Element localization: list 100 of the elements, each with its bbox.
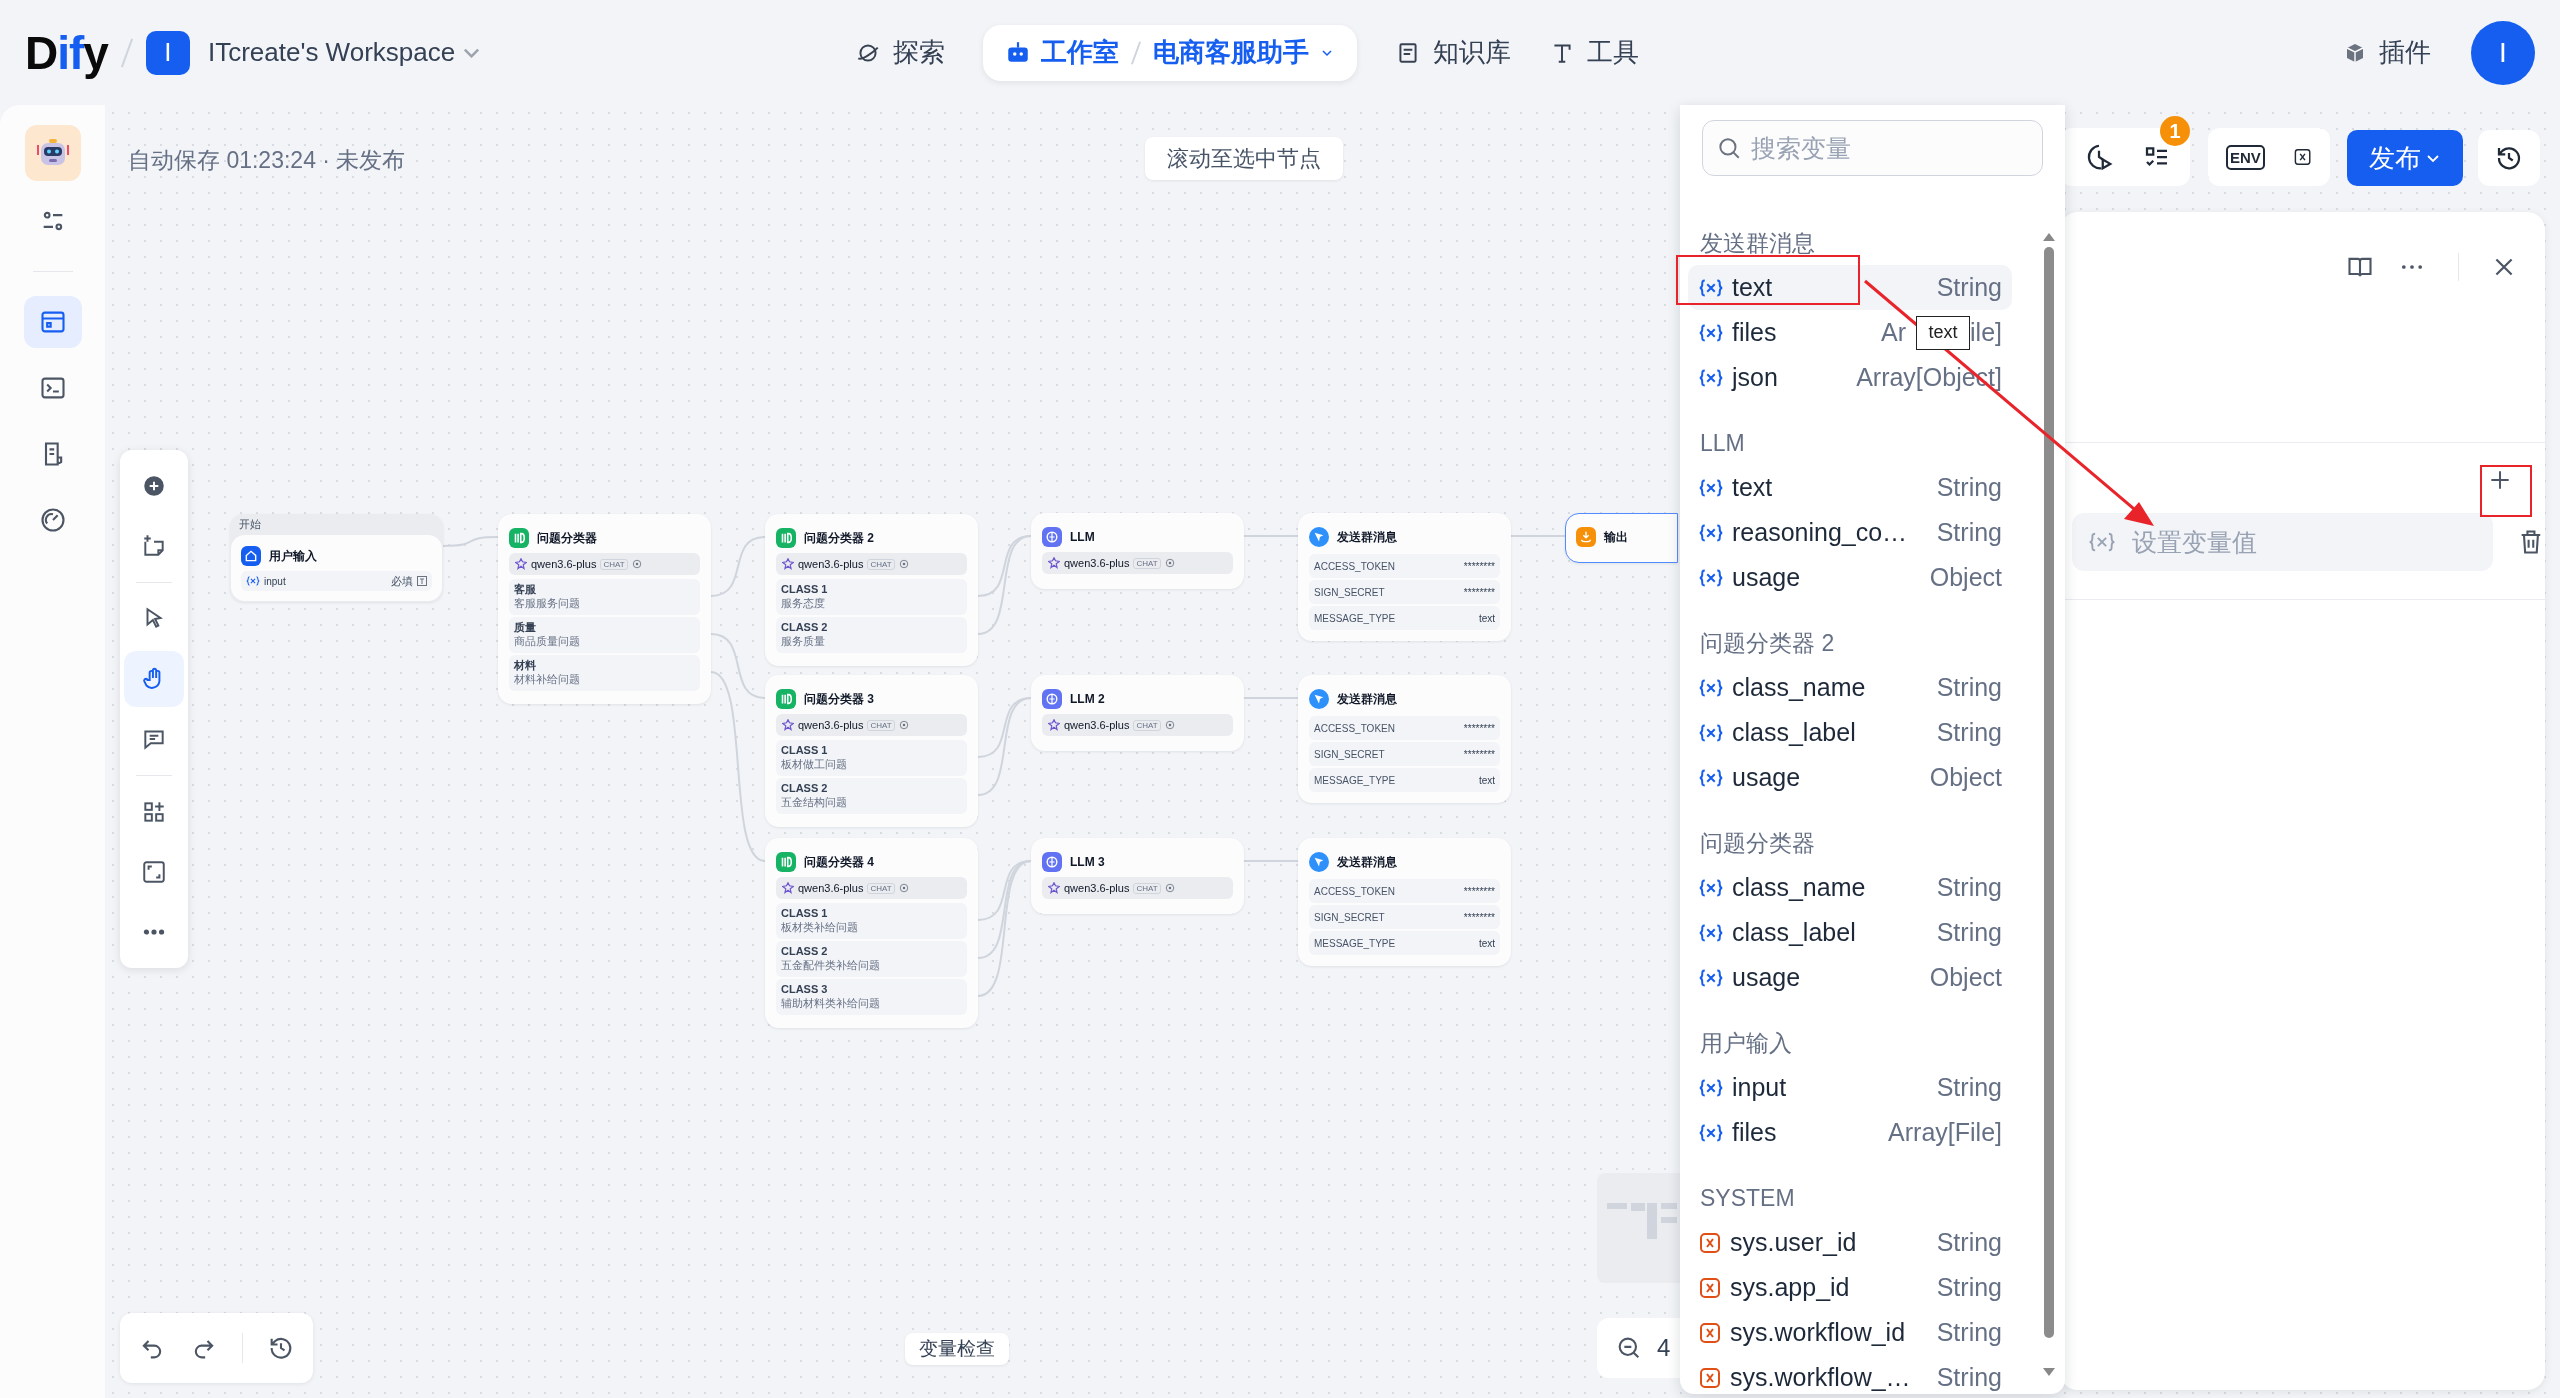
model-selector[interactable]: qwen3.6-plus CHAT [776,714,967,736]
class-description: 服务质量 [781,634,826,649]
variable-item[interactable]: class_label String [1688,710,2012,755]
workflow-node[interactable]: 开始 用户输入 input 必填 [230,514,443,602]
settings-icon [1164,883,1175,893]
variable-item[interactable]: usage Object [1688,555,2012,600]
connector-line [1510,535,1566,537]
variable-item[interactable]: sys.user_id String [1688,1220,2012,1265]
model-name: qwen3.6-plus [531,558,597,570]
class-name: 质量 [514,620,537,634]
user-avatar[interactable]: I [2471,20,2535,85]
zoom-level: 4 [1657,1334,1671,1362]
variable-item[interactable]: class_label String [1688,910,2012,955]
variable-name: class_name [1732,673,1867,702]
model-selector[interactable]: qwen3.6-plus CHAT [1042,552,1233,574]
variable-item[interactable]: sys.workflow_id String [1688,1310,2012,1355]
nav-link[interactable]: 工具 [1549,35,1639,70]
app-name[interactable]: 电商客服助手 [1153,35,1309,70]
param-value: text [1478,774,1495,786]
workflow-node[interactable]: LLM 3 qwen3.6-plus CHAT [1031,838,1244,914]
version-history-button[interactable] [2478,130,2540,186]
model-selector[interactable]: qwen3.6-plus CHAT [1042,714,1233,736]
plugins-link[interactable]: 插件 [2343,35,2431,70]
workspace-switcher[interactable]: ITcreate's Workspace [207,37,481,68]
variable-item[interactable]: sys.app_id String [1688,1265,2012,1310]
param-name: ACCESS_TOKEN [1314,722,1395,734]
window-icon[interactable] [23,296,82,348]
publish-button[interactable]: 发布 [2347,130,2463,186]
search-field[interactable]: 搜索变量 [1702,120,2043,176]
node-title: 问题分类器 3 [804,690,874,708]
variable-name: sys.workflow_… [1730,1363,1912,1392]
nav-link[interactable]: 探索 [855,35,945,70]
variable-icon [1698,322,1724,343]
param-value: ******** [1463,748,1495,760]
variable-type: Object [1929,563,2002,592]
workflow-node[interactable]: 问题分类器 2 qwen3.6-plus CHAT CLASS 1 服务态度 CLASS 2 服务质量 [765,514,978,666]
variable-item[interactable]: text String [1688,465,2012,510]
variable-item[interactable]: usage Object [1688,755,2012,800]
dify-logo[interactable]: Dify [25,25,108,80]
node-title: LLM 3 [1070,855,1105,869]
model-selector[interactable]: qwen3.6-plus CHAT [776,553,967,575]
app-icon[interactable] [24,125,81,181]
variable-item[interactable]: class_name String [1688,865,2012,910]
model-selector[interactable]: qwen3.6-plus CHAT [509,553,700,575]
search-icon [1716,135,1742,161]
variable-inspect-button[interactable]: 变量检查 [905,1333,1009,1365]
workflow-node[interactable]: LLM qwen3.6-plus CHAT [1031,513,1244,589]
workflow-node[interactable]: 发送群消息 ACCESS_TOKEN ******** SIGN_SECRET ******** MESSAGE_TYPE text [1298,513,1511,641]
variable-item[interactable]: text String [1688,265,2012,310]
variable-icon [1698,367,1724,388]
env-button[interactable]: ENV [2226,144,2265,170]
model-selector[interactable]: qwen3.6-plus CHAT [776,877,967,899]
text-field-icon [417,576,427,586]
scroll-to-node-button[interactable]: 滚动至选中节点 [1145,137,1343,180]
variable-type: String [1936,873,2002,902]
variable-name: class_name [1732,873,1867,902]
mode-tag: CHAT [867,719,895,731]
workflow-node[interactable]: 问题分类器 qwen3.6-plus CHAT 客服 客服服务问题 质量 商品质量问题 材料 材料补给问题 [498,514,711,704]
model-name: qwen3.6-plus [798,882,864,894]
variable-item[interactable]: reasoning_co… String [1688,510,2012,555]
input-name: input [264,575,287,587]
workflow-node[interactable]: 发送群消息 ACCESS_TOKEN ******** SIGN_SECRET ******** MESSAGE_TYPE text [1298,675,1511,803]
node-title: 发送群消息 [1337,528,1397,546]
node-group-label: 开始 [238,517,262,532]
variable-icon [1698,967,1724,988]
class-description: 材料补给问题 [514,672,581,687]
model-icon [1048,882,1060,894]
variable-name: text [1732,273,1774,302]
variable-item[interactable]: files Array[File] [1688,1110,2012,1155]
variable-item[interactable]: files Ar text ile] [1688,310,2012,355]
param-value: text [1478,937,1495,949]
studio-tab[interactable]: 工作室 电商客服助手 [983,24,1357,81]
paper-plane-icon [1309,527,1329,547]
node-title: 问题分类器 2 [804,529,874,547]
workflow-node[interactable]: 问题分类器 3 qwen3.6-plus CHAT CLASS 1 板材做工问题 CLASS 2 五金结构问题 [765,675,978,827]
variable-item[interactable]: input String [1688,1065,2012,1110]
node-title: 用户输入 [269,547,317,565]
variable-item[interactable]: usage Object [1688,955,2012,1000]
workflow-node[interactable]: 问题分类器 4 qwen3.6-plus CHAT CLASS 1 板材类补给问题 CLASS 2 五金配件类补给问题 CLASS 3 辅助材料类补给问题 [765,838,978,1028]
model-icon [782,719,794,731]
hand-icon[interactable] [124,651,184,707]
workflow-node[interactable]: LLM 2 qwen3.6-plus CHAT [1031,675,1244,751]
workflow-node[interactable]: 发送群消息 ACCESS_TOKEN ******** SIGN_SECRET ******** MESSAGE_TYPE text [1298,838,1511,966]
workflow-node[interactable]: 输出 [1565,513,1678,563]
variable-name: text [1732,473,1774,502]
variable-item[interactable]: class_name String [1688,665,2012,710]
zoom-control[interactable]: 4 [1597,1318,1680,1378]
mode-tag: CHAT [867,882,895,894]
mode-tag: CHAT [867,558,895,570]
class-name: 材料 [514,658,537,672]
model-selector[interactable]: qwen3.6-plus CHAT [1042,877,1233,899]
settings-icon [1164,720,1175,730]
paper-plane-icon [1309,852,1329,872]
connector-line [442,536,499,547]
variable-item[interactable]: sys.workflow_… String [1688,1355,2012,1398]
required-label: 必填 [391,573,413,589]
nav-link[interactable]: 知识库 [1395,35,1511,70]
class-name: CLASS 1 [781,906,829,920]
home-icon [241,546,261,566]
model-icon [1048,719,1060,731]
